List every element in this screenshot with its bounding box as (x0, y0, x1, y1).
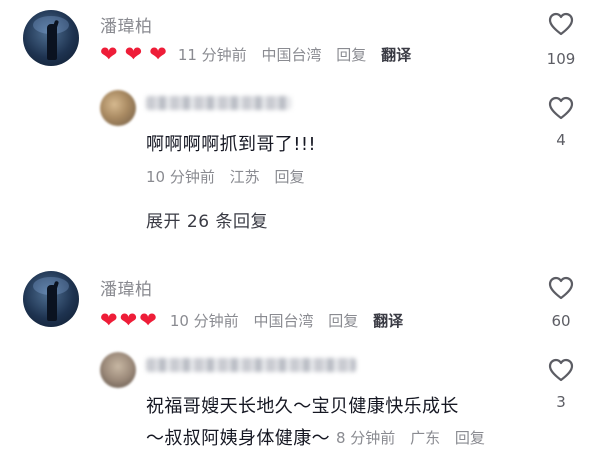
reply-meta: 8 分钟前 广东 回复 (336, 427, 495, 448)
comment-time: 11 分钟前 (177, 46, 247, 64)
heart-emoji: ❤ (139, 308, 157, 332)
reply-author[interactable] (146, 96, 291, 110)
reply-button[interactable]: 回复 (328, 312, 358, 330)
comment-time: 10 分钟前 (169, 312, 239, 330)
translate-button[interactable]: 翻译 (373, 312, 403, 330)
comment-body: ❤ ❤ ❤ 10 分钟前 中国台湾 回复 翻译 (100, 310, 413, 331)
comment-body: ❤ ❤ ❤ 11 分钟前 中国台湾 回复 翻译 (100, 44, 421, 65)
reply-content-line-2-row: ～叔叔阿姨身体健康～ 8 分钟前 广东 回复 (146, 424, 495, 450)
heart-emoji: ❤ (119, 308, 138, 332)
heart-emoji: ❤ (100, 42, 118, 66)
like-heart-icon[interactable] (548, 358, 574, 382)
like-count: 3 (556, 393, 566, 411)
comment-location: 中国台湾 (253, 312, 314, 330)
comment-author[interactable]: 潘瑋柏 (100, 12, 153, 37)
author-avatar[interactable] (23, 271, 79, 327)
reply-content-line-1: 祝福哥嫂天长地久～宝贝健康快乐成长 (146, 396, 459, 417)
reply-author[interactable] (146, 358, 356, 372)
translate-button[interactable]: 翻译 (381, 46, 411, 64)
like-count: 4 (556, 131, 566, 149)
comment-location: 中国台湾 (261, 46, 322, 64)
comment-meta: 11 分钟前 中国台湾 回复 翻译 (178, 44, 421, 65)
like-count: 60 (551, 312, 571, 330)
reply-avatar[interactable] (100, 352, 136, 388)
reply-location: 江苏 (229, 168, 260, 186)
heart-emoji: ❤ (149, 42, 167, 66)
heart-emoji: ❤ (100, 308, 118, 332)
reply-content: 啊啊啊啊抓到哥了!!! (146, 134, 317, 155)
like-heart-icon[interactable] (548, 276, 574, 300)
heart-emoji: ❤ (124, 42, 143, 66)
author-avatar[interactable] (23, 10, 79, 66)
expand-replies-button[interactable]: 展开 26 条回复 (146, 207, 268, 232)
comment-meta: 10 分钟前 中国台湾 回复 翻译 (170, 310, 413, 331)
like-count: 109 (546, 50, 576, 68)
reply-content-line-2: ～叔叔阿姨身体健康～ (146, 428, 330, 449)
like-heart-icon[interactable] (548, 12, 574, 36)
comment-author[interactable]: 潘瑋柏 (100, 275, 153, 300)
like-heart-icon[interactable] (548, 96, 574, 120)
reply-avatar[interactable] (100, 90, 136, 126)
reply-button[interactable]: 回复 (274, 168, 304, 186)
reply-button[interactable]: 回复 (336, 46, 366, 64)
reply-time: 10 分钟前 (146, 168, 215, 186)
reply-meta: 10 分钟前 江苏 回复 (146, 166, 314, 187)
